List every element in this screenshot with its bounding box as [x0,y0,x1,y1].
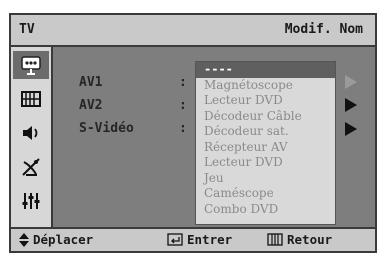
row-label: AV2 [79,98,103,113]
dropdown-option[interactable]: Décodeur sat. [196,124,335,140]
dropdown-option[interactable]: Combo DVD [196,202,335,218]
row-svideo[interactable]: S-Vidéo : [79,121,187,136]
dropdown-option[interactable]: Lecteur DVD [196,93,335,109]
dropdown-option[interactable]: ---- [196,62,335,78]
enter-label: Entrer [187,232,233,247]
move-hint: Déplacer [19,232,93,247]
source-label: TV [19,22,35,37]
sound-icon[interactable] [13,119,49,147]
name-dropdown-list[interactable]: ---- Magnétoscope Lecteur DVD Décodeur C… [195,61,336,225]
input-icon[interactable] [13,51,49,79]
picture-icon[interactable] [13,85,49,113]
enter-icon [167,233,183,246]
content-area: AV1 : AV2 : S-Vidéo : ---- Magnétoscope … [11,47,375,227]
return-hint: Retour [267,232,332,247]
dropdown-option[interactable]: Caméscope [196,186,335,202]
dropdown-option[interactable]: Récepteur AV [196,140,335,156]
osd-window: TV Modif. Nom AV1: AV2: S-Vidéo: ----… [9,13,377,253]
arrow-right-icon [345,98,357,112]
dropdown-option[interactable]: Lecteur DVD [196,155,335,171]
menu-icon [267,233,283,246]
return-label: Retour [287,232,333,247]
setup-icon[interactable] [13,187,49,215]
enter-hint: Entrer [167,232,232,247]
row-label: AV1 [79,75,103,90]
row-av2[interactable]: AV2 : [79,98,187,113]
dropdown-option[interactable]: Décodeur Câble [196,109,335,125]
dropdown-option[interactable]: Magnétoscope [196,78,335,94]
channel-icon[interactable] [13,153,49,181]
row-label: S-Vidéo [79,121,134,136]
arrow-right-icon [345,75,357,89]
menu-icon-bar [11,47,53,227]
move-label: Déplacer [33,232,94,247]
dropdown-option[interactable]: Jeu [196,171,335,187]
row-av1[interactable]: AV1 : [79,75,187,90]
title-bar: TV Modif. Nom [11,15,375,47]
page-title: Modif. Nom [284,22,363,37]
arrow-right-icon [345,122,357,136]
up-down-arrow-icon [19,232,29,247]
footer-help-bar: Déplacer Entrer Retour [11,227,375,251]
